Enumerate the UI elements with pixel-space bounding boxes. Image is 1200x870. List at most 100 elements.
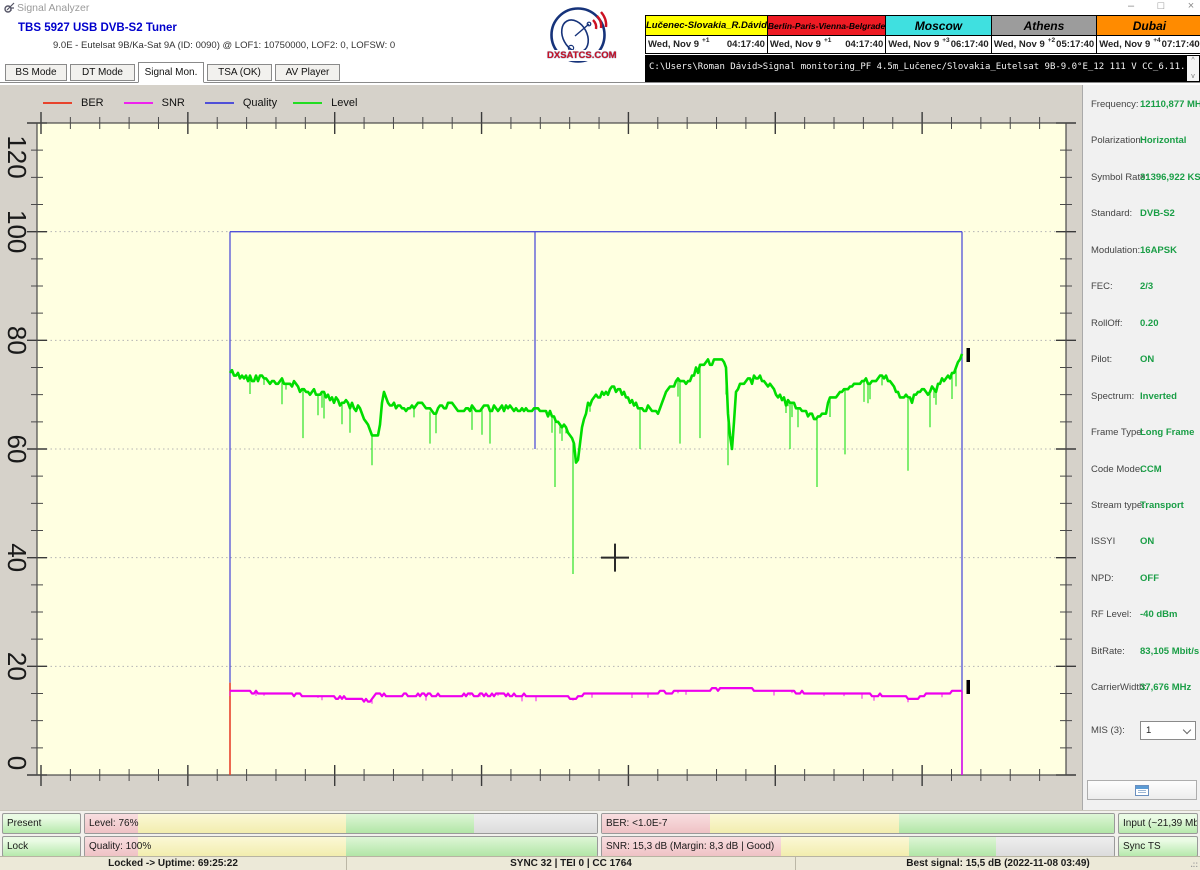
legend-label-quality: Quality — [242, 97, 278, 109]
clock-lu-enec-slovakia-r-d-vid: Lučenec-Slovakia_R.Dávid Wed, Nov 9 +1 04:1… — [646, 16, 768, 53]
param-rf-level-: RF Level: -40 dBm — [1083, 609, 1200, 623]
param-label: Spectrum: — [1091, 390, 1135, 402]
resize-grip[interactable]: .:: — [1190, 860, 1198, 869]
meter-segment-yellow — [137, 814, 347, 833]
status-sync: SYNC 32 | TEI 0 | CC 1764 — [347, 857, 796, 870]
minimize-button[interactable]: – — [1118, 0, 1144, 12]
param-value: 12110,877 MHz — [1140, 99, 1200, 110]
tab-tsa-ok-[interactable]: TSA (OK) — [207, 64, 272, 81]
legend-line-ber — [43, 102, 72, 104]
param-polarization-: Polarization: Horizontal — [1083, 135, 1200, 149]
meter-segment-yellow — [137, 837, 347, 856]
meter-lock: Lock — [2, 836, 81, 857]
param-value: DVB-S2 — [1140, 208, 1175, 220]
clock-city-label: Athens — [991, 16, 1097, 36]
param-issyi: ISSYI ON — [1083, 536, 1200, 550]
tuner-title: TBS 5927 USB DVB-S2 Tuner — [18, 22, 177, 34]
param-code-mode-: Code Mode: CCM — [1083, 464, 1200, 478]
close-button[interactable]: × — [1178, 0, 1200, 12]
chart-legend: BER SNR Quality Level — [37, 95, 357, 111]
mis-dropdown[interactable]: 1 — [1140, 721, 1196, 740]
param-pilot-: Pilot: ON — [1083, 354, 1200, 368]
param-label: RF Level: — [1091, 609, 1132, 621]
param-npd-: NPD: OFF — [1083, 573, 1200, 587]
clock-city-label: Berlin-Paris-Vienna-Belgrade — [767, 16, 886, 36]
legend-label-level: Level — [331, 97, 358, 109]
param-label: Frequency: — [1091, 99, 1139, 110]
meter-segment-gray — [474, 814, 597, 833]
param-value: ON — [1140, 354, 1155, 366]
param-label: Code Mode: — [1091, 463, 1143, 475]
param-value: Inverted — [1140, 390, 1177, 402]
clock-dubai: Dubai Wed, Nov 9 +4 07:17:40 — [1097, 16, 1200, 53]
meter-quality: Quality: 100% — [84, 836, 598, 857]
param-label: NPD: — [1091, 572, 1114, 584]
mis-row: MIS (3): 1 — [1083, 721, 1200, 740]
meter-segment-yellow — [709, 814, 899, 833]
meter-syncts: Sync TS — [1118, 836, 1198, 857]
param-carrierwidth-: CarrierWidth: 37,676 MHz — [1083, 682, 1200, 696]
param-frequency-: Frequency: 12110,877 MHz — [1083, 99, 1200, 113]
param-value: 31396,922 KS/s — [1140, 171, 1200, 183]
meter-level: Level: 76% — [84, 813, 598, 834]
param-label: Frame Type: — [1091, 427, 1145, 439]
meter-present: Present — [2, 813, 81, 834]
status-bar: Locked -> Uptime: 69:25:22 SYNC 32 | TEI… — [0, 856, 1200, 870]
world-clocks: Lučenec-Slovakia_R.Dávid Wed, Nov 9 +1 04:1… — [645, 15, 1200, 54]
param-fec-: FEC: 2/3 — [1083, 281, 1200, 295]
param-spectrum-: Spectrum: Inverted — [1083, 391, 1200, 405]
meter-segment-yellow — [781, 837, 910, 856]
legend-label-snr: SNR — [161, 97, 185, 109]
clock-time: Wed, Nov 9 +2 05:17:40 — [991, 36, 1097, 53]
legend-line-level — [293, 102, 323, 104]
legend-label-ber: BER — [81, 97, 104, 109]
meter-label: Level: 76% — [89, 818, 139, 829]
param-symbol-rate-: Symbol Rate:31396,922 KS/s — [1083, 172, 1200, 186]
param-value: Transport — [1140, 499, 1184, 511]
param-value: 2/3 — [1140, 281, 1154, 293]
param-value: ON — [1140, 536, 1155, 548]
terminal-scrollbar[interactable]: ^ v — [1187, 56, 1199, 81]
clock-city-label: Dubai — [1097, 16, 1200, 36]
param-label: FEC: — [1091, 281, 1113, 293]
status-uptime: Locked -> Uptime: 69:25:22 — [0, 857, 347, 870]
param-label: RollOff: — [1091, 317, 1123, 329]
meter-ber: BER: <1.0E-7 — [601, 813, 1115, 834]
param-label: Pilot: — [1091, 354, 1113, 366]
clock-time: Wed, Nov 9 +4 07:17:40 — [1097, 36, 1200, 53]
tuner-subtitle: 9.0E - Eutelsat 9B/Ka-Sat 9A (ID: 0090) … — [53, 40, 396, 51]
command-prompt-text: C:\Users\Roman Dávid>Signal monitoring_P… — [649, 62, 1185, 72]
meter-segment-gray — [996, 837, 1114, 856]
legend-line-snr — [123, 102, 153, 104]
dxsatcs-logo — [550, 7, 608, 63]
scroll-up-icon[interactable]: ^ — [1191, 57, 1194, 64]
clock-moscow: Moscow Wed, Nov 9 +3 06:17:40 — [886, 16, 992, 53]
tab-signal-mon-[interactable]: Signal Mon. — [138, 62, 204, 83]
param-label: BitRate: — [1091, 645, 1125, 657]
chevron-down-icon — [1182, 725, 1192, 735]
stream-list-button[interactable] — [1087, 780, 1197, 800]
meter-label: Present — [7, 818, 42, 829]
tab-av-player[interactable]: AV Player — [275, 64, 340, 81]
maximize-button[interactable]: □ — [1148, 0, 1174, 12]
param-value: -40 dBm — [1140, 609, 1178, 621]
param-bitrate-: BitRate: 83,105 Mbit/s — [1083, 646, 1200, 660]
param-value: 0.20 — [1140, 317, 1159, 329]
clock-athens: Athens Wed, Nov 9 +2 05:17:40 — [991, 16, 1098, 53]
app-icon — [4, 2, 15, 13]
param-label: Polarization: — [1091, 135, 1144, 147]
meter-label: Quality: 100% — [89, 841, 152, 852]
mis-label: MIS (3): — [1091, 725, 1125, 736]
param-label: CarrierWidth: — [1091, 682, 1147, 694]
clock-time: Wed, Nov 9 +1 04:17:40 — [646, 36, 767, 53]
meter-segment-green — [346, 837, 597, 856]
status-meters: Present Level: 76% BER: <1.0E-7 Input (~21,… — [0, 810, 1200, 857]
tab-bs-mode[interactable]: BS Mode — [5, 64, 67, 81]
chart-area: BER SNR Quality Level — [0, 85, 1082, 810]
meter-label: BER: <1.0E-7 — [606, 818, 668, 829]
tab-dt-mode[interactable]: DT Mode — [70, 64, 135, 81]
scroll-down-icon[interactable]: v — [1191, 73, 1195, 80]
meter-label: Input (~21,39 Mbps) — [1123, 818, 1198, 829]
param-value: 37,676 MHz — [1140, 682, 1192, 694]
clock-time: Wed, Nov 9 +1 04:17:40 — [767, 36, 886, 53]
